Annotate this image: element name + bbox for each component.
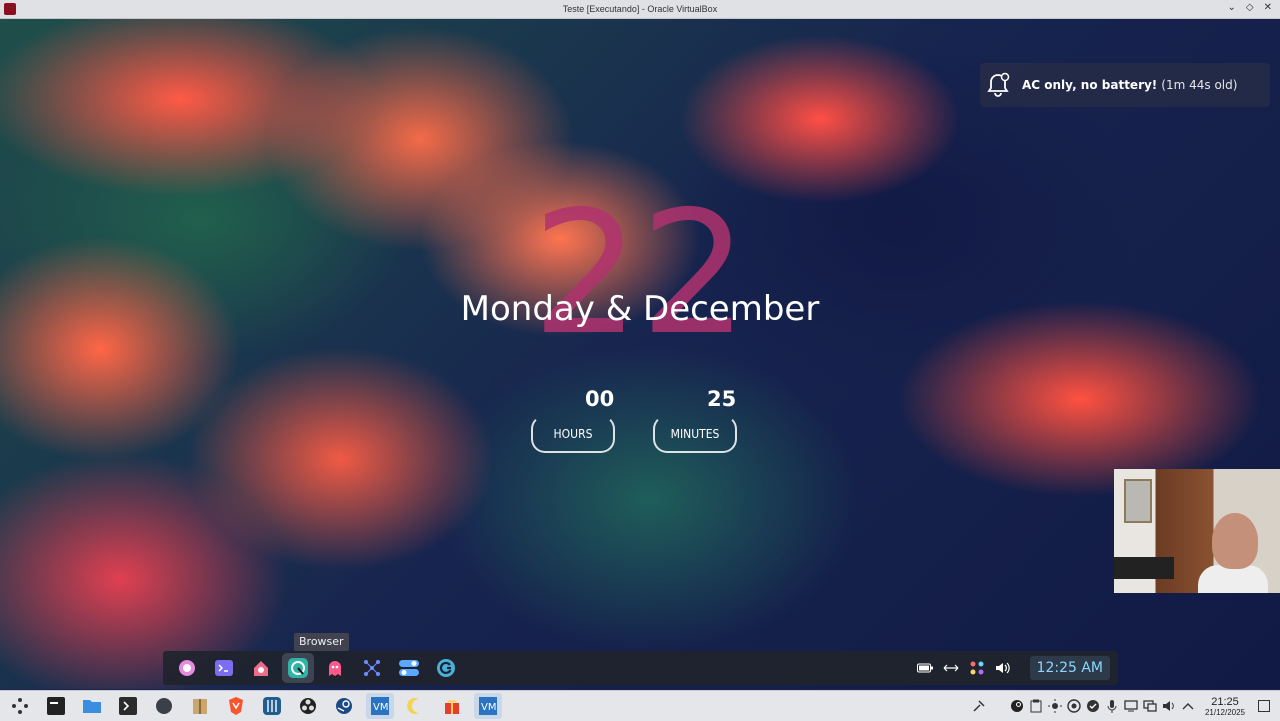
person-head — [1212, 513, 1258, 569]
window-controls: ⌄ ◇ ✕ — [1228, 2, 1272, 13]
dock-apps — [171, 651, 462, 685]
obs-icon[interactable] — [294, 693, 322, 719]
minutes-widget: 25 MINUTES — [653, 387, 737, 453]
notification-popup[interactable]: AC only, no battery! (1m 44s old) — [980, 63, 1270, 107]
ghost-icon[interactable] — [319, 653, 351, 683]
keyboard — [1114, 557, 1174, 579]
network-tray-icon[interactable] — [1142, 698, 1158, 714]
brightness-icon[interactable] — [1047, 698, 1063, 714]
minimize-icon[interactable]: ⌄ — [1228, 2, 1236, 13]
vbox-titlebar: Teste [Executando] - Oracle VirtualBox ⌄… — [0, 0, 1280, 19]
webcam-overlay — [1114, 469, 1280, 593]
virtualbox-icon-2[interactable]: VM — [474, 693, 502, 719]
night-icon[interactable] — [990, 698, 1006, 714]
home-icon[interactable] — [245, 653, 277, 683]
person-shirt — [1198, 565, 1268, 593]
dock-clock[interactable]: 12:25 AM — [1029, 656, 1110, 680]
maximize-icon[interactable]: ◇ — [1246, 2, 1254, 13]
gift-icon[interactable] — [438, 693, 466, 719]
day-number: 22 — [531, 175, 749, 373]
bell-icon — [980, 71, 1016, 99]
virtualbox-icon[interactable]: VM — [366, 693, 394, 719]
host-tray: 21:25 21/12/2025 — [971, 691, 1272, 721]
hours-widget: 00 HOURS — [531, 387, 615, 453]
window-title: Teste [Executando] - Oracle VirtualBox — [562, 4, 718, 14]
chrome-icon[interactable] — [1066, 698, 1082, 714]
tools-icon[interactable] — [971, 698, 987, 714]
virtualbox-logo-icon — [4, 3, 16, 15]
hours-value: 00 — [585, 387, 615, 411]
notification-age: (1m 44s old) — [1161, 78, 1238, 92]
steam-icon[interactable] — [330, 693, 358, 719]
svg-text:VM: VM — [481, 702, 496, 713]
launcher-icon[interactable] — [171, 653, 203, 683]
chevron-up-icon[interactable] — [1180, 698, 1196, 714]
host-date: 21/12/2025 — [1204, 707, 1245, 717]
close-icon[interactable]: ✕ — [1264, 2, 1272, 13]
desktop-wallpaper: 22 Monday & December 00 HOURS 25 MINUTES… — [0, 19, 1280, 689]
minutes-label: MINUTES — [653, 415, 737, 453]
archive-icon[interactable] — [186, 693, 214, 719]
dock-tooltip: Browser — [294, 633, 349, 651]
arrows-icon[interactable] — [942, 659, 960, 677]
mixer-icon[interactable] — [258, 693, 286, 719]
display-icon[interactable] — [1123, 698, 1139, 714]
record-icon[interactable] — [150, 693, 178, 719]
host-time: 21:25 — [1211, 695, 1239, 708]
updates-icon[interactable] — [1085, 698, 1101, 714]
refresh-app-icon[interactable] — [430, 653, 462, 683]
notification-title: AC only, no battery! — [1022, 78, 1158, 92]
network-icon[interactable] — [356, 653, 388, 683]
speaker-icon[interactable] — [1161, 698, 1177, 714]
host-taskbar: VM VM 21:25 21/12/2025 — [0, 690, 1280, 721]
mic-icon[interactable] — [1104, 698, 1120, 714]
palette-icon[interactable] — [968, 659, 986, 677]
browser-icon[interactable] — [282, 653, 314, 683]
moon-app-icon[interactable] — [402, 693, 430, 719]
picture-frame — [1124, 479, 1152, 523]
toggles-icon[interactable] — [393, 653, 425, 683]
dock-tray: 12:25 AM — [916, 651, 1110, 685]
files-icon[interactable] — [78, 693, 106, 719]
show-desktop-icon[interactable] — [1256, 698, 1272, 714]
date-line: Monday & December — [460, 289, 820, 329]
app-menu-icon[interactable] — [6, 693, 34, 719]
host-clock[interactable]: 21:25 21/12/2025 — [1205, 696, 1245, 717]
console-icon[interactable] — [114, 693, 142, 719]
host-apps: VM VM — [6, 691, 502, 721]
terminal-icon[interactable] — [208, 653, 240, 683]
steam-tray-icon[interactable] — [1009, 698, 1025, 714]
guest-dock: 12:25 AM — [163, 651, 1118, 685]
battery-icon[interactable] — [916, 659, 934, 677]
brave-icon[interactable] — [222, 693, 250, 719]
volume-icon[interactable] — [994, 659, 1012, 677]
hours-label: HOURS — [531, 415, 615, 453]
svg-text:VM: VM — [373, 702, 388, 713]
clipboard-icon[interactable] — [1028, 698, 1044, 714]
minutes-value: 25 — [707, 387, 737, 411]
terminal-app-icon[interactable] — [42, 693, 70, 719]
